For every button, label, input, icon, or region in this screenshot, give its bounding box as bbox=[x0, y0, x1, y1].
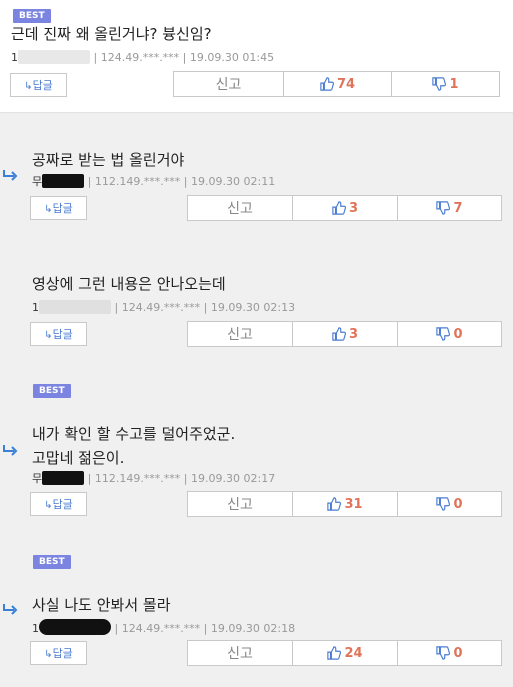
meta-info: | 124.49.***.*** | 19.09.30 01:45 bbox=[93, 51, 275, 64]
downvote-count: 0 bbox=[453, 496, 463, 512]
upvote-count: 31 bbox=[344, 496, 363, 512]
thumbs-down-icon bbox=[436, 201, 451, 215]
report-button[interactable]: 신고 bbox=[187, 195, 293, 221]
author-name[interactable]: 1 bbox=[32, 622, 39, 635]
author-name[interactable]: 무 bbox=[32, 472, 42, 485]
comment-meta: 무 | 112.149.***.*** | 19.09.30 02:11 bbox=[32, 174, 275, 190]
upvote-count: 3 bbox=[348, 200, 359, 216]
upvote-button[interactable]: 3 bbox=[292, 195, 398, 221]
reply-arrow-icon bbox=[3, 170, 18, 181]
downvote-button[interactable]: 0 bbox=[397, 640, 502, 666]
meta-info: | 124.49.***.*** | 19.09.30 02:13 bbox=[114, 301, 296, 314]
comment-meta: 무 | 112.149.***.*** | 19.09.30 02:17 bbox=[32, 471, 275, 487]
author-name[interactable]: 무 bbox=[32, 175, 42, 188]
vote-actions: 신고 3 0 bbox=[187, 321, 502, 347]
comment-meta: 1 | 124.49.***.*** | 19.09.30 01:45 bbox=[11, 50, 274, 66]
upvote-count: 74 bbox=[336, 76, 356, 92]
thumbs-up-icon bbox=[327, 646, 342, 660]
downvote-count: 7 bbox=[453, 200, 463, 216]
comment-5: BEST 사실 나도 안봐서 몰라 1 | 124.49.***.*** | 1… bbox=[0, 532, 513, 687]
reply-arrow-icon bbox=[3, 604, 18, 615]
reply-arrow-icon bbox=[3, 445, 18, 456]
vote-actions: 신고 24 0 bbox=[187, 640, 502, 666]
thumbs-up-icon bbox=[332, 327, 346, 341]
meta-info: | 112.149.***.*** | 19.09.30 02:11 bbox=[87, 175, 276, 188]
author-name[interactable]: 1 bbox=[32, 301, 39, 314]
downvote-button[interactable]: 0 bbox=[397, 321, 502, 347]
redaction-mask bbox=[39, 300, 111, 314]
report-button[interactable]: 신고 bbox=[187, 640, 293, 666]
thumbs-down-icon bbox=[436, 497, 451, 511]
report-button[interactable]: 신고 bbox=[173, 71, 284, 97]
meta-info: | 124.49.***.*** | 19.09.30 02:18 bbox=[114, 622, 296, 635]
best-badge: BEST bbox=[33, 384, 71, 398]
upvote-count: 24 bbox=[344, 645, 363, 661]
thumbs-down-icon bbox=[436, 327, 451, 341]
reply-small-icon: ↳ bbox=[44, 500, 53, 511]
downvote-count: 0 bbox=[453, 645, 463, 661]
reply-button[interactable]: ↳답글 bbox=[30, 641, 87, 665]
comment-3: 영상에 그런 내용은 안나오는데 1 | 124.49.***.*** | 19… bbox=[0, 232, 513, 362]
best-badge: BEST bbox=[33, 555, 71, 569]
redaction-mask bbox=[42, 174, 85, 188]
upvote-button[interactable]: 74 bbox=[283, 71, 392, 97]
comment-text: 사실 나도 안봐서 몰라 bbox=[32, 596, 171, 614]
downvote-button[interactable]: 7 bbox=[397, 195, 502, 221]
comment-meta: 1 | 124.49.***.*** | 19.09.30 02:13 bbox=[32, 300, 295, 316]
reply-small-icon: ↳ bbox=[44, 330, 53, 341]
comment-text: 근데 진짜 왜 올린거냐? 븅신임? bbox=[11, 25, 212, 43]
downvote-button[interactable]: 0 bbox=[397, 491, 502, 517]
downvote-count: 0 bbox=[453, 326, 463, 342]
reply-small-icon: ↳ bbox=[24, 81, 33, 92]
reply-small-icon: ↳ bbox=[44, 204, 53, 215]
vote-actions: 신고 3 7 bbox=[187, 195, 502, 221]
comment-text: 공짜로 받는 법 올린거야 bbox=[32, 151, 185, 169]
comment-text-line-1: 내가 확인 할 수고를 덜어주었군. bbox=[32, 425, 236, 443]
reply-small-icon: ↳ bbox=[44, 649, 53, 660]
comment-text-line-2: 고맙네 젊은이. bbox=[32, 449, 125, 467]
upvote-button[interactable]: 31 bbox=[292, 491, 398, 517]
redaction-mask bbox=[39, 619, 111, 635]
thumbs-down-icon bbox=[436, 646, 451, 660]
downvote-button[interactable]: 1 bbox=[391, 71, 500, 97]
author-name[interactable]: 1 bbox=[11, 51, 18, 64]
reply-button[interactable]: ↳답글 bbox=[30, 492, 87, 516]
comment-meta: 1 | 124.49.***.*** | 19.09.30 02:18 bbox=[32, 619, 295, 637]
report-button[interactable]: 신고 bbox=[187, 321, 293, 347]
upvote-count: 3 bbox=[348, 326, 359, 342]
vote-actions: 신고 31 0 bbox=[187, 491, 502, 517]
upvote-button[interactable]: 24 bbox=[292, 640, 398, 666]
thumbs-down-icon bbox=[432, 77, 447, 91]
downvote-count: 1 bbox=[449, 76, 459, 92]
reply-button[interactable]: ↳답글 bbox=[30, 196, 87, 220]
best-badge: BEST bbox=[13, 9, 51, 23]
comment-text: 영상에 그런 내용은 안나오는데 bbox=[32, 275, 226, 293]
thumbs-up-icon bbox=[332, 201, 346, 215]
thumbs-up-icon bbox=[320, 77, 334, 91]
comment-1: BEST 근데 진짜 왜 올린거냐? 븅신임? 1 | 124.49.***.*… bbox=[0, 0, 513, 113]
thumbs-up-icon bbox=[327, 497, 342, 511]
redaction-mask bbox=[18, 50, 90, 64]
comment-2: 공짜로 받는 법 올린거야 무 | 112.149.***.*** | 19.0… bbox=[0, 112, 513, 232]
comment-4: BEST 내가 확인 할 수고를 덜어주었군. 고맙네 젊은이. 무 | 112… bbox=[0, 362, 513, 532]
vote-actions: 신고 74 1 bbox=[173, 71, 501, 97]
reply-button[interactable]: ↳답글 bbox=[10, 73, 67, 97]
reply-button[interactable]: ↳답글 bbox=[30, 322, 87, 346]
upvote-button[interactable]: 3 bbox=[292, 321, 398, 347]
meta-info: | 112.149.***.*** | 19.09.30 02:17 bbox=[87, 472, 276, 485]
report-button[interactable]: 신고 bbox=[187, 491, 293, 517]
redaction-mask bbox=[42, 471, 85, 485]
